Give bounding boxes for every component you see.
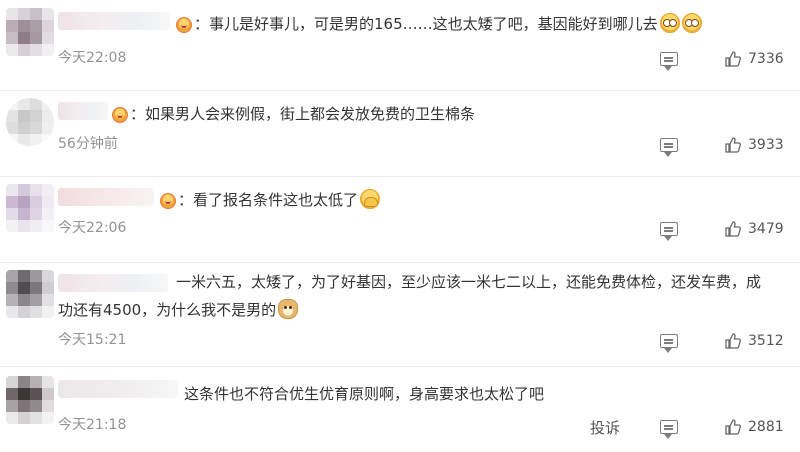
username-blurred[interactable]	[58, 380, 178, 398]
surprised-emoji-icon	[659, 13, 680, 33]
like-count: 3512	[748, 333, 784, 349]
report-button[interactable]: 投诉	[590, 419, 620, 437]
comment-text: 一米六五，太矮了，为了好基因，至少应该一米七二以上，还能免费体检，还发车费，成	[176, 273, 762, 291]
comment-item: 一米六五，太矮了，为了好基因，至少应该一米七二以上，还能免费体检，还发车费，成 …	[0, 262, 800, 367]
comment-time: 今天22:06	[58, 220, 127, 236]
like-button[interactable]: 2881	[724, 418, 784, 436]
username-blurred[interactable]	[58, 188, 154, 206]
thumbs-up-icon	[725, 333, 741, 349]
doge-emoji-icon	[278, 299, 299, 319]
like-button[interactable]: 3933	[724, 136, 784, 154]
like-button[interactable]: 3479	[724, 220, 784, 238]
comment-text: 这条件也不符合优生优育原则啊，身高要求也太松了吧	[184, 385, 545, 403]
avatar[interactable]	[6, 270, 54, 318]
username-blurred[interactable]	[58, 274, 168, 292]
like-count: 7336	[748, 51, 784, 67]
avatar[interactable]	[6, 376, 54, 424]
like-button[interactable]: 3512	[724, 332, 784, 350]
hiding-face-emoji-icon	[360, 189, 381, 209]
comment-item: ：看了报名条件这也太低了 今天22:06 3479	[0, 176, 800, 263]
like-button[interactable]: 7336	[724, 50, 784, 68]
user-badge-icon	[112, 107, 128, 123]
comment-time: 今天15:21	[58, 332, 127, 348]
avatar[interactable]	[6, 184, 54, 232]
comment-bubble-icon[interactable]	[660, 222, 678, 241]
thumbs-up-icon	[725, 419, 741, 435]
comment-item: 这条件也不符合优生优育原则啊，身高要求也太松了吧 今天21:18 投诉 2881	[0, 366, 800, 452]
like-count: 3933	[748, 137, 784, 153]
comment-text: ：事儿是好事儿，可是男的165……这也太矮了吧，基因能好到哪儿去	[194, 10, 702, 38]
thumbs-up-icon	[725, 137, 741, 153]
avatar[interactable]	[6, 8, 54, 56]
comment-bubble-icon[interactable]	[660, 334, 678, 353]
comment-time: 今天22:08	[58, 50, 127, 66]
surprised-emoji-icon	[681, 13, 702, 33]
like-count: 3479	[748, 221, 784, 237]
comment-bubble-icon[interactable]	[660, 420, 678, 439]
comment-time: 56分钟前	[58, 136, 118, 152]
comment-bubble-icon[interactable]	[660, 52, 678, 71]
thumbs-up-icon	[725, 51, 741, 67]
comment-item: ：如果男人会来例假，街上都会发放免费的卫生棉条 56分钟前 3933	[0, 90, 800, 177]
comment-text-line2: 功还有4500，为什么我不是男的	[58, 296, 299, 324]
comment-bubble-icon[interactable]	[660, 138, 678, 157]
user-badge-icon	[160, 193, 176, 209]
like-count: 2881	[748, 419, 784, 435]
comment-time: 今天21:18	[58, 417, 127, 433]
comment-text: ：看了报名条件这也太低了	[178, 186, 381, 214]
comment-text: ：如果男人会来例假，街上都会发放免费的卫生棉条	[130, 105, 476, 123]
avatar[interactable]	[6, 98, 54, 146]
username-blurred[interactable]	[58, 102, 108, 120]
username-blurred[interactable]	[58, 12, 170, 30]
thumbs-up-icon	[725, 221, 741, 237]
comment-item: ：事儿是好事儿，可是男的165……这也太矮了吧，基因能好到哪儿去 今天22:08…	[0, 0, 800, 91]
user-badge-icon	[176, 17, 192, 33]
